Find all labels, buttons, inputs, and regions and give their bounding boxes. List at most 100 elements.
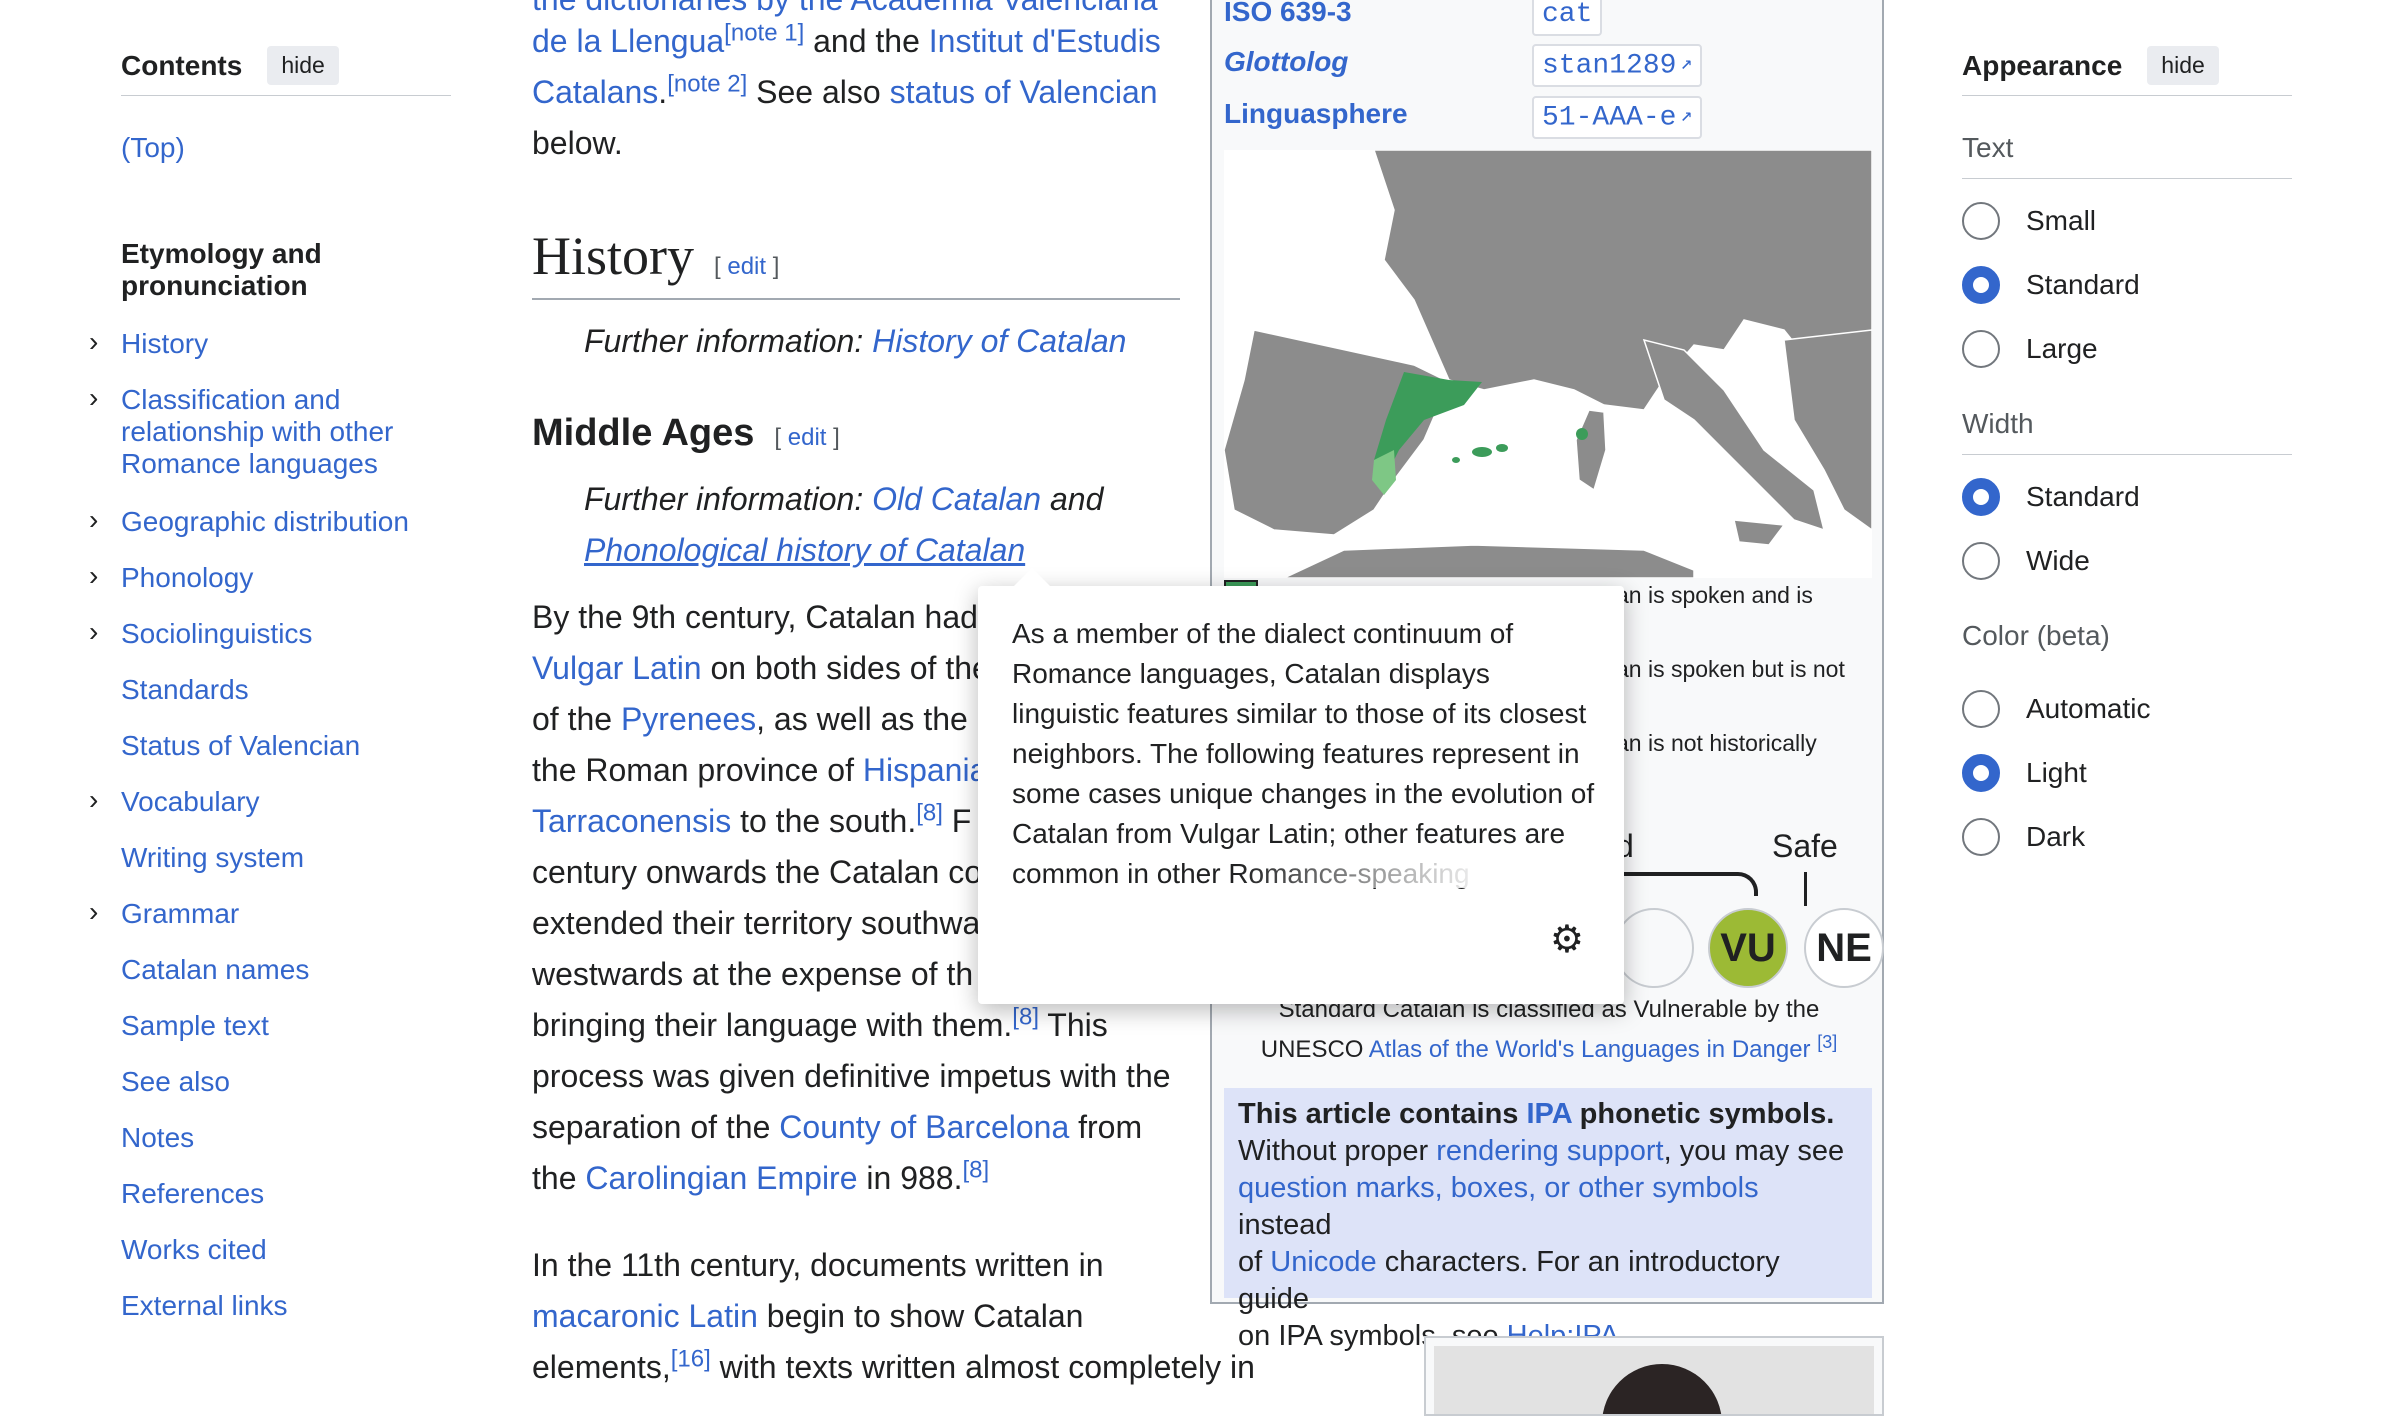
para-text: in 988. [857, 1160, 963, 1196]
chevron-right-icon[interactable]: › [89, 382, 98, 414]
chevron-right-icon[interactable]: › [89, 896, 98, 928]
link-vulgar-latin[interactable]: Vulgar Latin [532, 650, 702, 686]
chevron-right-icon[interactable]: › [89, 326, 98, 358]
citation-ref[interactable]: [8] [916, 799, 943, 826]
intro-line-4: below. [532, 118, 623, 169]
citation-ref[interactable]: [8] [1012, 1003, 1039, 1030]
toc-item-sample-text[interactable]: Sample text [121, 1010, 451, 1042]
chevron-right-icon[interactable]: › [89, 784, 98, 816]
link-county-of-barcelona[interactable]: County of Barcelona [779, 1109, 1069, 1145]
link-question-marks[interactable]: question marks, boxes, or other symbols [1238, 1172, 1759, 1204]
toc-item-vocabulary[interactable]: › Vocabulary [89, 784, 451, 818]
toc-item-writing-system[interactable]: Writing system [121, 842, 451, 874]
toc-item-notes[interactable]: Notes [121, 1122, 451, 1154]
link-ipa[interactable]: IPA [1526, 1098, 1571, 1130]
chevron-right-icon[interactable]: › [89, 616, 98, 648]
radio-button-checked[interactable] [1962, 754, 2000, 792]
width-option-wide[interactable]: Wide [1962, 542, 2090, 580]
citation-ref[interactable]: [3] [1817, 1032, 1837, 1052]
radio-button[interactable] [1962, 818, 2000, 856]
radio-button[interactable] [1962, 690, 2000, 728]
radio-button[interactable] [1962, 542, 2000, 580]
infobox-code-glottolog[interactable]: stan1289 ↗ [1532, 44, 1703, 88]
link-carolingian-empire[interactable]: Carolingian Empire [585, 1160, 857, 1196]
toc-item-geographic-distribution[interactable]: › Geographic distribution [89, 504, 451, 538]
link-unesco-atlas[interactable]: Atlas of the World's Languages in Danger [1369, 1036, 1811, 1063]
infobox-label-glottolog[interactable]: Glottolog [1224, 46, 1348, 78]
color-option-automatic[interactable]: Automatic [1962, 690, 2151, 728]
ipa-text: of [1238, 1246, 1271, 1278]
link-hispania[interactable]: Hispania [863, 752, 988, 788]
link-phonological-history[interactable]: Phonological history of Catalan [584, 532, 1025, 568]
para-line: of the Pyrenees, as well as the [532, 694, 968, 745]
chevron-right-icon[interactable]: › [89, 560, 98, 592]
edit-section-link: [ edit ] [714, 253, 780, 280]
link-status-of-valencian[interactable]: status of Valencian [890, 74, 1158, 110]
ipa-notice-line: question marks, boxes, or other symbols … [1238, 1170, 1858, 1244]
toc-item-external-links[interactable]: External links [121, 1290, 451, 1322]
infobox-code-iso[interactable]: cat [1532, 0, 1603, 36]
link-academia-valenciana[interactable]: the dictionaries by the Acadèmia Valenci… [532, 0, 1158, 17]
color-option-dark[interactable]: Dark [1962, 818, 2085, 856]
toc-item-grammar[interactable]: › Grammar [89, 896, 451, 930]
intro-line-2: de la Llengua[note 1] and the Institut d… [532, 16, 1161, 67]
gear-icon[interactable]: ⚙ [1550, 917, 1584, 962]
toc-hide-button[interactable]: hide [267, 46, 339, 85]
link-rendering-support[interactable]: rendering support [1436, 1135, 1663, 1167]
infobox-code-linguasphere[interactable]: 51-AAA-e ↗ [1532, 96, 1703, 140]
glottolog-code-text: stan1289 [1542, 50, 1677, 82]
link-institut-estudis[interactable]: Institut d'Estudis [929, 23, 1161, 59]
link-history-of-catalan[interactable]: History of Catalan [872, 323, 1126, 359]
color-option-light[interactable]: Light [1962, 754, 2087, 792]
link-pyrenees[interactable]: Pyrenees [621, 701, 756, 737]
toc-item-top[interactable]: (Top) [121, 132, 451, 164]
text-size-option-large[interactable]: Large [1962, 330, 2098, 368]
infobox-label-iso[interactable]: ISO 639-3 [1224, 0, 1352, 28]
middle-ages-hatnote: Further information: Old Catalan and [584, 474, 1103, 525]
page-preview-popup[interactable]: As a member of the dialect continuum of … [978, 568, 1624, 1004]
toc-item-works-cited[interactable]: Works cited [121, 1234, 451, 1266]
history-heading-text: History [532, 226, 694, 286]
link-macaronic-latin[interactable]: macaronic Latin [532, 1298, 758, 1334]
para-text: westwards at the expense of th [532, 956, 974, 992]
text-size-option-small[interactable]: Small [1962, 202, 2096, 240]
link-old-catalan[interactable]: Old Catalan [872, 481, 1041, 517]
toc-item-classification[interactable]: › Classification and relationship with ot… [89, 382, 451, 480]
citation-ref[interactable]: [16] [671, 1345, 711, 1372]
toc-item-see-also[interactable]: See also [121, 1066, 451, 1098]
para-line: macaronic Latin begin to show Catalan [532, 1291, 1083, 1342]
toc-item-etymology[interactable]: Etymology and pronunciation [121, 238, 451, 302]
appearance-hide-button[interactable]: hide [2147, 46, 2219, 85]
toc-item-phonology[interactable]: › Phonology [89, 560, 451, 594]
toc-item-history[interactable]: › History [89, 326, 451, 360]
radio-button-checked[interactable] [1962, 478, 2000, 516]
toc-item-sociolinguistics[interactable]: › Sociolinguistics [89, 616, 451, 650]
radio-button-checked[interactable] [1962, 266, 2000, 304]
link-de-la-llengua[interactable]: de la Llengua [532, 23, 724, 59]
catalan-language-map[interactable] [1224, 150, 1872, 578]
text-size-option-standard[interactable]: Standard [1962, 266, 2140, 304]
toc-item-catalan-names[interactable]: Catalan names [121, 954, 451, 986]
link-tarraconensis[interactable]: Tarraconensis [532, 803, 731, 839]
infobox-label-linguasphere[interactable]: Linguasphere [1224, 98, 1408, 130]
link-unicode[interactable]: Unicode [1270, 1246, 1376, 1278]
edit-middle-ages-link[interactable]: edit [788, 424, 827, 451]
toc-item-standards[interactable]: Standards [121, 674, 451, 706]
para-text: with texts written almost completely in [710, 1349, 1255, 1385]
intro-line-3: Catalans.[note 2] See also status of Val… [532, 67, 1158, 118]
middle-ages-heading-text: Middle Ages [532, 412, 755, 454]
toc-item-label: Classification and relationship with oth… [121, 384, 394, 479]
edit-history-link[interactable]: edit [727, 253, 766, 280]
width-option-standard[interactable]: Standard [1962, 478, 2140, 516]
radio-button[interactable] [1962, 330, 2000, 368]
toc-item-status-of-valencian[interactable]: Status of Valencian [121, 730, 451, 762]
toc-item-references[interactable]: References [121, 1178, 451, 1210]
chevron-right-icon[interactable]: › [89, 504, 98, 536]
radio-button[interactable] [1962, 202, 2000, 240]
article-image[interactable] [1424, 1336, 1884, 1416]
link-catalans[interactable]: Catalans [532, 74, 658, 110]
para-line: century onwards the Catalan co [532, 847, 982, 898]
note-1-ref[interactable]: [note 1] [724, 19, 804, 46]
note-2-ref[interactable]: [note 2] [667, 70, 747, 97]
citation-ref[interactable]: [8] [962, 1156, 989, 1183]
